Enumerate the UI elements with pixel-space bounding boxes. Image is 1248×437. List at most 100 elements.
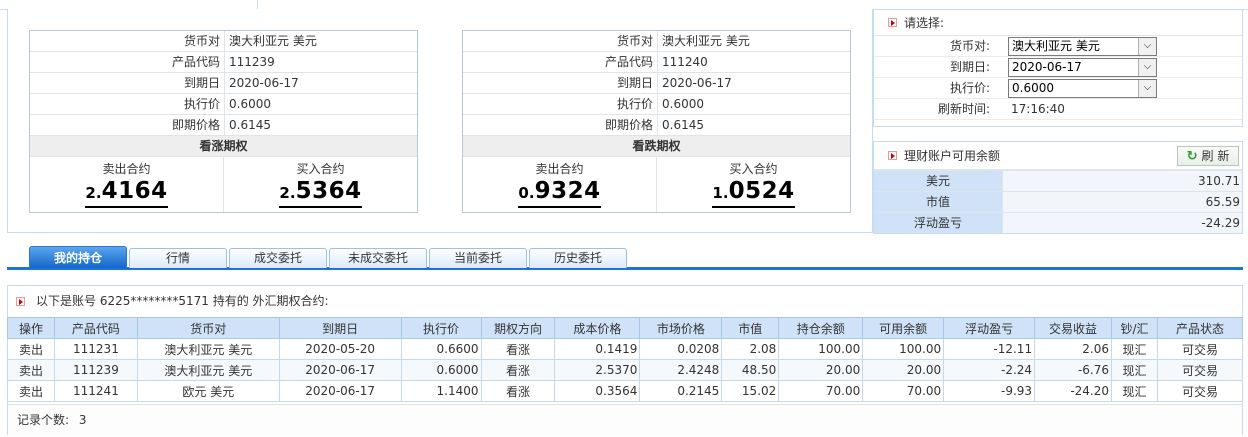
tab-market[interactable]: 行情: [129, 248, 227, 268]
column-header: 执行价: [400, 317, 482, 339]
column-header: 货币对: [136, 317, 280, 339]
expiry-cell: 2020-06-17: [278, 359, 402, 381]
refresh-time-value: 17:16:40: [1011, 102, 1065, 116]
product-code-row: 产品代码 111240: [463, 52, 850, 73]
sell-action-link[interactable]: 卖出: [7, 359, 55, 381]
buy-contract-cell[interactable]: 买入合约 2.5364: [223, 157, 417, 212]
sell-price[interactable]: 2.4164: [85, 178, 168, 208]
expiry-date-select[interactable]: 2020-06-17 ⌵: [1008, 58, 1157, 77]
column-header: 产品状态: [1156, 317, 1244, 339]
sell-contract-cell[interactable]: 卖出合约 0.9324: [463, 157, 656, 212]
market-value-cell: 15.02: [721, 380, 780, 402]
option-kind-label: 看涨期权: [30, 136, 417, 157]
spot-price-row: 即期价格 0.6145: [30, 115, 417, 136]
sell-action-link[interactable]: 卖出: [7, 380, 55, 402]
tab-current-orders[interactable]: 当前委托: [429, 248, 527, 268]
currency-pair-row: 货币对 澳大利亚元 美元: [463, 31, 850, 52]
currency-pair-select-value: 澳大利亚元 美元: [1012, 39, 1100, 53]
strike-price-select[interactable]: 0.6000 ⌵: [1008, 79, 1157, 98]
cost-price-cell: 2.5370: [554, 359, 641, 381]
balance-panel-title: 理财账户可用余额: [904, 149, 1001, 163]
record-count-label: 记录个数:: [17, 413, 70, 427]
sell-price[interactable]: 0.9324: [518, 179, 601, 208]
column-header: 期权方向: [480, 317, 556, 339]
buy-price[interactable]: 1.0524: [712, 179, 795, 208]
product-code-cell: 111239: [53, 359, 138, 381]
buy-contract-cell[interactable]: 买入合约 1.0524: [656, 157, 850, 212]
chevron-down-icon[interactable]: ⌵: [1138, 38, 1156, 55]
tab-filled-orders[interactable]: 成交委托: [229, 248, 327, 268]
balance-value: -24.29: [1003, 213, 1242, 233]
market-price-cell: 2.4248: [639, 359, 723, 381]
arrow-right-icon: [888, 151, 897, 160]
floating-pnl-cell: -2.24: [943, 359, 1036, 381]
row-label: 执行价: [463, 94, 658, 114]
strike-row: 执行价 0.6000: [463, 94, 850, 115]
product-status-cell: 可交易: [1156, 359, 1244, 381]
balance-label: 美元: [874, 171, 1003, 191]
tab-order-history[interactable]: 历史委托: [529, 248, 627, 268]
chevron-down-icon[interactable]: ⌵: [1138, 80, 1156, 97]
sell-contract-title: 卖出合约: [102, 162, 151, 176]
buy-price[interactable]: 2.5364: [279, 179, 362, 208]
tab-unfilled-orders[interactable]: 未成交委托: [329, 248, 427, 268]
column-header: 持仓余额: [778, 317, 864, 339]
row-value: 0.6000: [229, 97, 271, 111]
sell-contract-cell[interactable]: 卖出合约 2.4164: [30, 157, 223, 212]
table-row: 卖出 111231 澳大利亚元 美元 2020-05-20 0.6600 看涨 …: [7, 338, 1244, 360]
position-balance-cell: 100.00: [778, 338, 864, 360]
holdings-header: 以下是账号 6225********5171 持有的 外汇期权合约:: [8, 286, 1242, 317]
tab-my-positions[interactable]: 我的持仓: [29, 246, 127, 268]
market-value-cell: 48.50: [721, 359, 780, 381]
trade-profit-cell: 2.06: [1034, 338, 1113, 360]
balance-panel-header: 理财账户可用余额 ↻ 刷 新: [874, 142, 1242, 170]
holdings-title: 以下是账号 6225********5171 持有的 外汇期权合约:: [36, 294, 329, 308]
product-status-cell: 可交易: [1156, 338, 1244, 360]
put-option-card: 货币对 澳大利亚元 美元 产品代码 111240 到期日 2020-06-17 执行价…: [462, 30, 851, 213]
sell-action-link[interactable]: 卖出: [7, 338, 55, 360]
floating-pnl-cell: -9.93: [943, 380, 1036, 402]
strike-cell: 1.1400: [400, 380, 482, 402]
tab-bar: 我的持仓 行情 成交委托 未成交委托 当前委托 历史委托: [7, 246, 1243, 270]
expiry-select-label: 到期日:: [949, 60, 990, 74]
column-header: 可用余额: [862, 317, 945, 339]
strike-row: 执行价 0.6000: [30, 94, 417, 115]
strike-cell: 0.6000: [400, 359, 482, 381]
spot-price-row: 即期价格 0.6145: [463, 115, 850, 136]
row-value: 2020-06-17: [662, 76, 732, 90]
refresh-button[interactable]: ↻ 刷 新: [1177, 146, 1239, 166]
row-label: 产品代码: [30, 52, 225, 72]
trade-profit-cell: -6.76: [1034, 359, 1113, 381]
refresh-button-label: 刷 新: [1201, 149, 1230, 163]
balance-row-usd: 美元 310.71: [874, 170, 1242, 191]
table-row: 卖出 111239 澳大利亚元 美元 2020-06-17 0.6000 看涨 …: [7, 359, 1244, 381]
direction-cell: 看涨: [480, 359, 556, 381]
balance-label: 市值: [874, 192, 1003, 212]
strike-price-select-value: 0.6000: [1012, 81, 1054, 95]
product-code-cell: 111231: [53, 338, 138, 360]
row-value: 澳大利亚元 美元: [229, 34, 317, 48]
cash-remit-cell: 现汇: [1111, 338, 1158, 360]
market-price-cell: 0.2145: [639, 380, 723, 402]
trade-profit-cell: -24.20: [1034, 380, 1113, 402]
cash-remit-cell: 现汇: [1111, 359, 1158, 381]
available-balance-cell: 20.00: [862, 359, 945, 381]
market-value-cell: 2.08: [721, 338, 780, 360]
cost-price-cell: 0.1419: [554, 338, 641, 360]
balance-value: 65.59: [1003, 192, 1242, 212]
holdings-table: 操作 产品代码 货币对 到期日 执行价 期权方向 成本价格 市场价格 市值 持仓…: [7, 317, 1244, 402]
product-code-cell: 111241: [53, 380, 138, 402]
product-status-cell: 可交易: [1156, 380, 1244, 402]
column-header: 产品代码: [53, 317, 138, 339]
currency-pair-select[interactable]: 澳大利亚元 美元 ⌵: [1008, 37, 1157, 56]
record-count-value: 3: [78, 413, 87, 427]
currency-pair-cell: 澳大利亚元 美元: [136, 359, 280, 381]
column-header: 成本价格: [554, 317, 641, 339]
expiry-date-select-value: 2020-06-17: [1012, 60, 1082, 74]
chevron-down-icon[interactable]: ⌵: [1138, 59, 1156, 76]
balance-label: 浮动盈亏: [874, 213, 1003, 233]
sell-price-big: 4164: [101, 178, 168, 204]
row-value: 澳大利亚元 美元: [662, 34, 750, 48]
currency-select-row: 货币对: 澳大利亚元 美元 ⌵: [874, 36, 1242, 57]
position-balance-cell: 20.00: [778, 359, 864, 381]
